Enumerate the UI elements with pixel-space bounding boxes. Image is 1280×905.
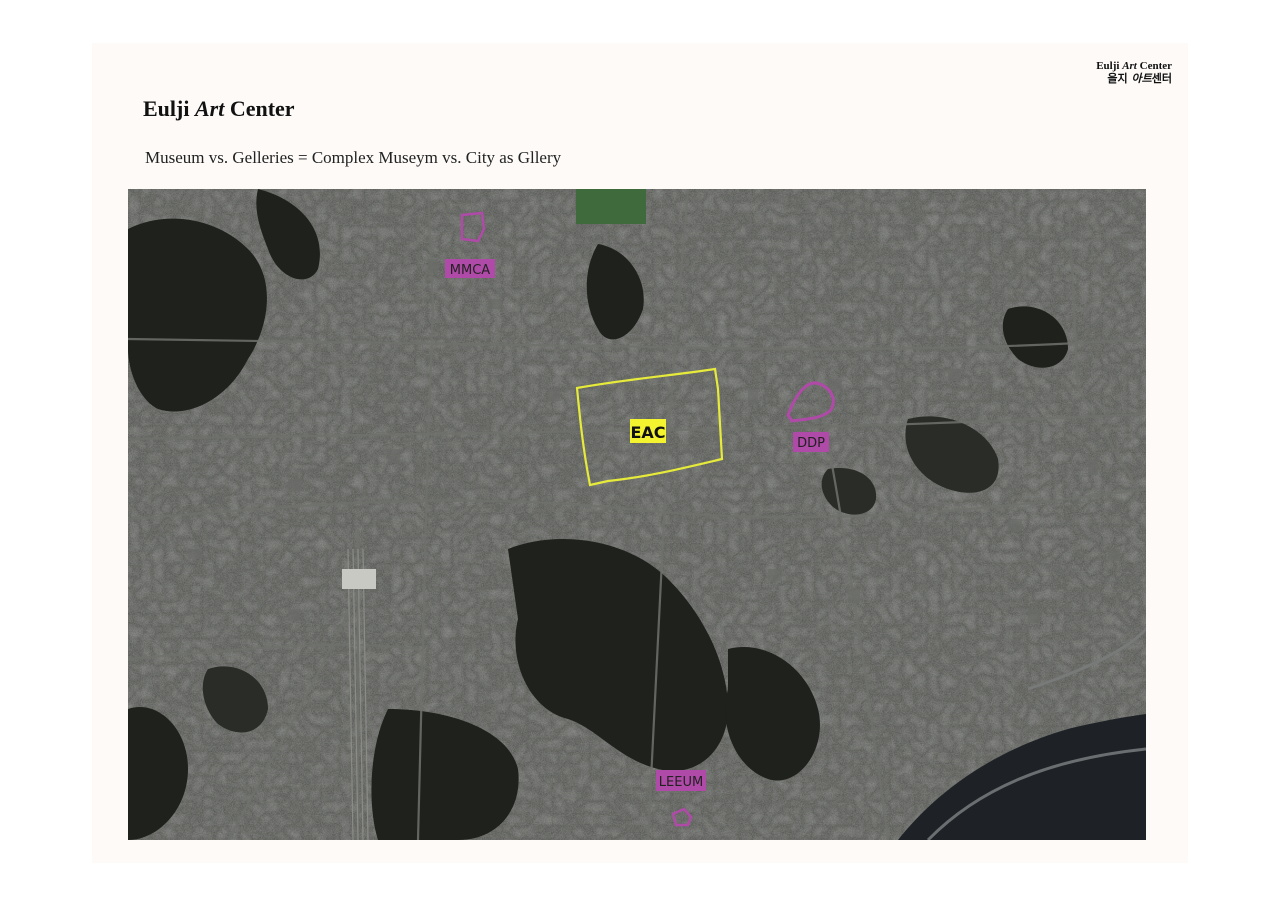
- ddp-label: DDP: [797, 436, 825, 451]
- page-subtitle: Museum vs. Gelleries = Complex Museym vs…: [145, 148, 562, 167]
- page-title: Eulji Art Center: [143, 96, 295, 121]
- eac-label: EAC: [630, 423, 665, 442]
- corner-brand-logo: Eulji Art Center 을지 아트센터: [1060, 60, 1172, 85]
- leeum-label: LEEUM: [659, 775, 703, 790]
- satellite-map: MMCA EAC DDP LEEUM: [128, 189, 1146, 840]
- map-canvas: MMCA EAC DDP LEEUM: [128, 189, 1146, 840]
- mmca-label: MMCA: [450, 263, 491, 278]
- corner-brand-korean: 을지 아트센터: [1107, 71, 1172, 85]
- park-area: [576, 189, 646, 224]
- station-building: [342, 569, 376, 589]
